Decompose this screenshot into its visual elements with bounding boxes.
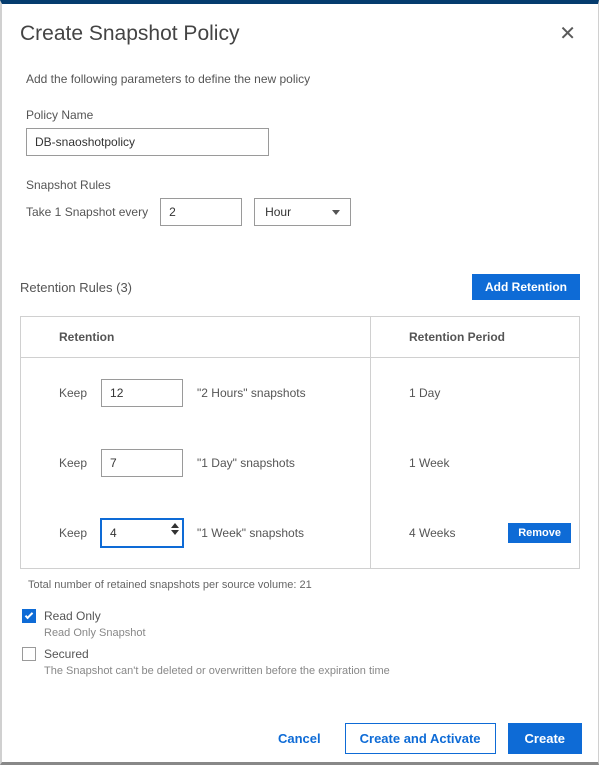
stepper-down-icon[interactable] [171,530,179,535]
snapshot-rules-label: Snapshot Rules [26,178,580,192]
keep-label: Keep [59,386,87,400]
dialog-create-snapshot-policy: Create Snapshot Policy ✕ Add the followi… [0,0,599,765]
retention-rules-title: Retention Rules (3) [20,280,132,295]
stepper-up-icon[interactable] [171,523,179,528]
create-button[interactable]: Create [508,723,582,754]
retention-total: Total number of retained snapshots per s… [20,569,580,591]
keep-count-input[interactable] [101,379,183,407]
keep-unit-label: "2 Hours" snapshots [197,386,306,400]
table-row: Keep "1 Day" snapshots 1 Week [21,428,579,498]
retention-period-value: 1 Week [409,456,449,470]
read-only-checkbox[interactable] [22,609,36,623]
secured-checkbox[interactable] [22,647,36,661]
policy-name-input[interactable] [26,128,269,156]
secured-sublabel: The Snapshot can't be deleted or overwri… [44,665,580,677]
snapshot-interval-input[interactable] [160,198,242,226]
create-activate-button[interactable]: Create and Activate [345,723,496,754]
intro-text: Add the following parameters to define t… [26,72,580,86]
snapshot-unit-value: Hour [265,205,291,219]
retention-period-value: 4 Weeks [409,526,455,540]
table-row: Keep "2 Hours" snapshots 1 Day [21,358,579,428]
col-retention-period: Retention Period [371,317,579,358]
chevron-down-icon [332,210,340,215]
read-only-label: Read Only [44,609,101,623]
remove-retention-button[interactable]: Remove [508,523,571,543]
retention-table: Retention Retention Period Keep "2 Hours"… [20,316,580,569]
snapshot-unit-select[interactable]: Hour [254,198,351,226]
policy-name-label: Policy Name [26,108,580,122]
retention-period-value: 1 Day [409,386,440,400]
col-retention: Retention [21,317,371,358]
dialog-title: Create Snapshot Policy [20,22,239,46]
keep-unit-label: "1 Week" snapshots [197,526,304,540]
snapshot-rule-prefix: Take 1 Snapshot every [26,205,148,219]
add-retention-button[interactable]: Add Retention [472,274,580,300]
close-icon[interactable]: ✕ [555,22,580,46]
keep-unit-label: "1 Day" snapshots [197,456,295,470]
secured-label: Secured [44,647,89,661]
keep-count-input[interactable] [101,449,183,477]
keep-label: Keep [59,456,87,470]
read-only-sublabel: Read Only Snapshot [44,627,580,639]
cancel-button[interactable]: Cancel [266,724,333,753]
table-row: Keep "1 Week" snapshots 4 Weeks Remove [21,498,579,568]
keep-label: Keep [59,526,87,540]
